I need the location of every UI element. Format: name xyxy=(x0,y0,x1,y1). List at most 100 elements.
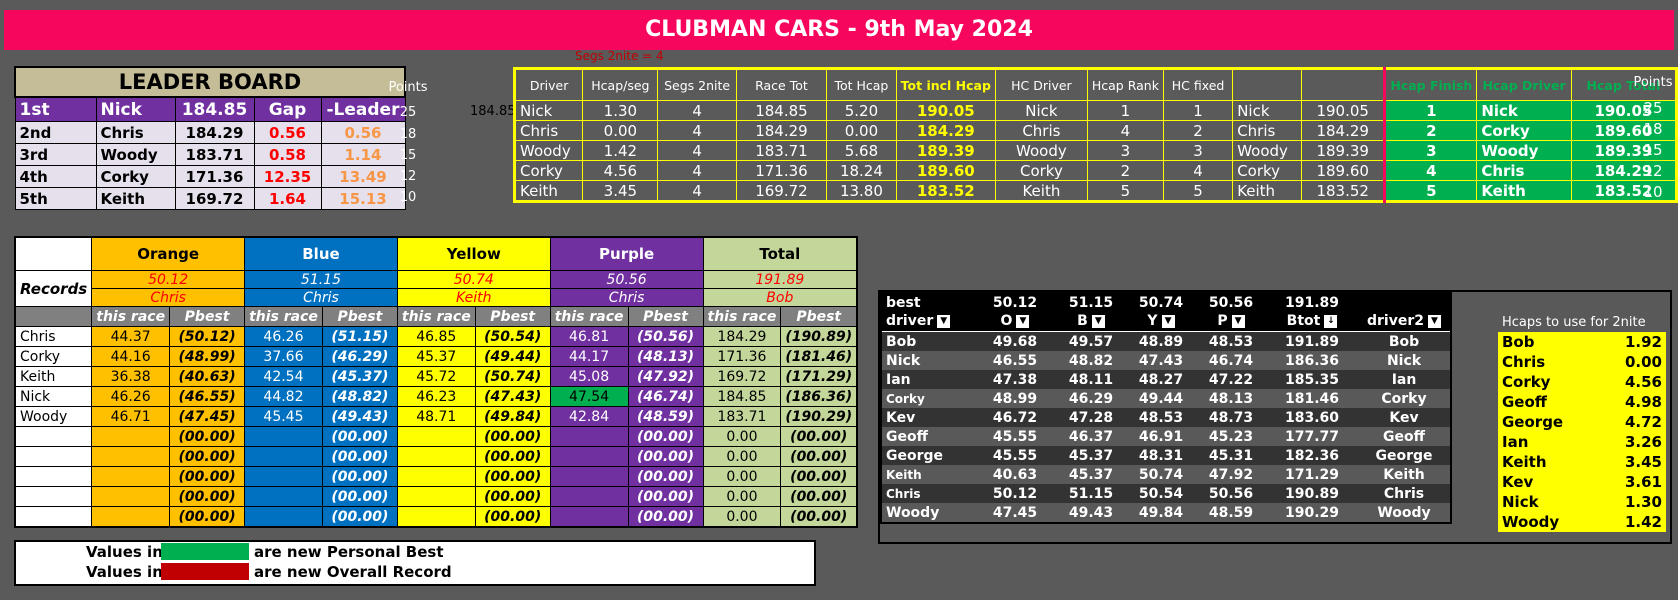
leaderboard-row: 5th Keith 169.72 1.64 15.13 xyxy=(14,187,406,210)
position-cell: 4th xyxy=(14,165,97,188)
race-header-cell: Segs 2nite xyxy=(657,68,737,101)
hcap-driver: Geoff xyxy=(1502,393,1547,411)
time-cell: (46.55) xyxy=(169,386,246,407)
time-cell: 171.36 xyxy=(702,346,782,367)
best-value-cell: 48.31 xyxy=(1126,446,1196,465)
best-value-cell: Geoff xyxy=(1358,427,1451,446)
hcap-driver: Keith xyxy=(1502,453,1547,471)
sort-filter-icon[interactable]: ↓ xyxy=(1324,314,1338,328)
driver-cell xyxy=(14,466,93,487)
time-cell: (48.13) xyxy=(627,346,704,367)
filter-dropdown-icon[interactable]: ▼ xyxy=(1016,314,1030,328)
hcap-value: 3.61 xyxy=(1624,473,1662,491)
time-cell: 44.17 xyxy=(549,346,629,367)
driver-name-cell: Chris xyxy=(95,121,176,144)
race-row: Woody 1.42 4 183.71 5.68 189.39 Woody 3 3 Woody 18… xyxy=(513,140,1678,161)
best-value-cell: 45.23 xyxy=(1196,427,1266,446)
best-value-cell: 48.53 xyxy=(1126,408,1196,427)
leader-name: Nick xyxy=(95,96,176,122)
best-row: Nick 46.55 48.82 47.43 46.74 186.36 Nick xyxy=(881,351,1451,370)
time-cell: (50.12) xyxy=(169,326,246,347)
best-value-cell: 171.29 xyxy=(1266,465,1358,484)
filter-dropdown-icon[interactable]: ▼ xyxy=(1231,314,1245,328)
leader-row: 1st Nick 184.85 Gap -Leader xyxy=(14,96,406,122)
time-cell: 46.81 xyxy=(549,326,629,347)
race-header-cell xyxy=(1232,68,1303,101)
best-value-cell: 48.73 xyxy=(1196,408,1266,427)
race-cell: Corky xyxy=(1476,120,1572,141)
hcap-row: Nick 1.30 xyxy=(1498,492,1666,512)
race-cell: Corky xyxy=(994,160,1088,181)
records-row: Nick 46.26 (46.55) 44.82 (48.82) 46.23 (47.43)… xyxy=(14,386,858,407)
legend-pb-text: are new Personal Best xyxy=(254,543,444,561)
time-cell xyxy=(244,506,323,528)
time-cell: (00.00) xyxy=(321,466,398,487)
record-holder: Chris xyxy=(549,288,704,307)
race-header-cell: Driver xyxy=(513,68,584,101)
best-value-cell: 47.43 xyxy=(1126,351,1196,370)
time-cell xyxy=(549,426,629,447)
race-cell: Keith xyxy=(1476,180,1572,202)
time-cell xyxy=(91,426,171,447)
race-cell: 1 xyxy=(1162,100,1234,121)
race-points-value: 12 xyxy=(1643,162,1663,180)
time-cell: (00.00) xyxy=(321,506,398,528)
time-cell: (47.92) xyxy=(627,366,704,387)
race-cell: Chris xyxy=(994,120,1088,141)
driver-cell: Chris xyxy=(14,326,93,347)
time-cell: (00.00) xyxy=(321,446,398,467)
best-value-cell: Woody xyxy=(1358,503,1451,523)
race-cell: 5 xyxy=(1383,180,1478,202)
gap-cell: 0.56 xyxy=(253,121,322,144)
race-cell: 5 xyxy=(1162,180,1234,202)
filter-dropdown-icon[interactable]: ▼ xyxy=(1428,314,1441,328)
filter-dropdown-icon[interactable]: ▼ xyxy=(1091,314,1105,328)
race-cell: 183.52 xyxy=(1301,180,1386,202)
score-cell: 184.29 xyxy=(174,121,255,144)
hcap-row: Kev 3.61 xyxy=(1498,472,1666,492)
best-driver-cell: Kev xyxy=(881,408,974,427)
record-value: 191.89 xyxy=(702,270,858,289)
segs-note: Segs 2nite = 4 xyxy=(575,49,664,63)
time-cell: (48.82) xyxy=(321,386,398,407)
records-label: Records xyxy=(14,270,93,307)
race-row: Chris 0.00 4 184.29 0.00 184.29 Chris 4 2 Chris 18… xyxy=(513,120,1678,141)
time-cell: 44.16 xyxy=(91,346,171,367)
best-header-row: driver ▼ O ▼ B ▼ Y ▼ P ▼ Btot ↓ driver2 ▼ xyxy=(881,311,1451,332)
best-row: Woody 47.45 49.43 49.84 48.59 190.29 Woody xyxy=(881,503,1451,523)
time-cell xyxy=(396,446,476,467)
filter-dropdown-icon[interactable]: ▼ xyxy=(937,314,951,328)
race-cell: 184.29 xyxy=(735,120,828,141)
race-cell: Woody xyxy=(1476,140,1572,161)
best-value-cell: 47.28 xyxy=(1056,408,1126,427)
time-cell: (00.00) xyxy=(627,446,704,467)
records-sub-corner xyxy=(14,306,93,327)
time-cell xyxy=(549,466,629,487)
time-cell: 0.00 xyxy=(702,486,782,507)
hcap-value: 3.45 xyxy=(1624,453,1662,471)
race-cell: 190.05 xyxy=(895,100,996,121)
race-header-cell xyxy=(1301,68,1386,101)
best-value-cell: 45.37 xyxy=(1056,465,1126,484)
best-value-cell: 46.37 xyxy=(1056,427,1126,446)
best-value-cell: 48.59 xyxy=(1196,503,1266,523)
record-holder: Chris xyxy=(91,288,246,307)
best-header-cell: driver2 ▼ xyxy=(1358,311,1451,332)
best-value-cell: Bob xyxy=(1358,331,1451,351)
records-corner xyxy=(14,236,93,271)
driver-name-cell: Keith xyxy=(95,187,176,210)
best-value-cell: 190.29 xyxy=(1266,503,1358,523)
best-value-cell: 50.74 xyxy=(1126,465,1196,484)
best-driver-cell: George xyxy=(881,446,974,465)
sub-header: this race xyxy=(396,306,476,327)
time-cell: (181.46) xyxy=(780,346,858,367)
best-header-cell: Btot ↓ xyxy=(1266,311,1358,332)
time-cell: (00.00) xyxy=(169,446,246,467)
best-value-cell: 48.99 xyxy=(974,389,1056,408)
time-cell: 0.00 xyxy=(702,446,782,467)
time-cell: (45.37) xyxy=(321,366,398,387)
filter-dropdown-icon[interactable]: ▼ xyxy=(1161,314,1175,328)
race-header-cell: Hcap Driver xyxy=(1476,68,1572,101)
sub-header: this race xyxy=(244,306,323,327)
best-title-empty xyxy=(1358,293,1451,311)
